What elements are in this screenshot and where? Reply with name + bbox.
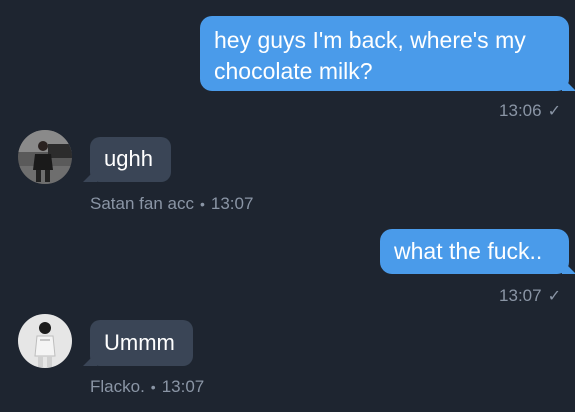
avatar[interactable] <box>18 314 72 368</box>
separator-dot: • <box>150 379 156 395</box>
separator-dot: • <box>199 196 205 212</box>
avatar[interactable] <box>18 130 72 184</box>
checkmark-icon: ✓ <box>547 103 561 120</box>
sender-name[interactable]: Satan fan acc <box>90 194 194 214</box>
message-text: Ummm <box>104 330 175 355</box>
incoming-message-bubble[interactable]: ughh <box>90 137 171 182</box>
message-meta: 13:06 ✓ <box>499 101 561 121</box>
incoming-message-bubble[interactable]: Ummm <box>90 320 193 366</box>
message-time: 13:07 <box>161 377 205 396</box>
checkmark-icon: ✓ <box>547 288 561 305</box>
message-meta: Flacko. • 13:07 <box>90 377 204 397</box>
message-text: ughh <box>104 146 153 171</box>
message-time: 13:06 <box>499 101 542 120</box>
outgoing-message-bubble[interactable]: hey guys I'm back, where's my chocolate … <box>200 16 569 91</box>
user-avatar-dark-icon <box>18 130 72 184</box>
message-meta: Satan fan acc • 13:07 <box>90 194 253 214</box>
message-text: what the fuck.. <box>394 238 543 264</box>
message-time: 13:07 <box>210 194 254 213</box>
outgoing-message-bubble[interactable]: what the fuck.. <box>380 229 569 274</box>
message-text-line: chocolate milk? <box>214 58 373 84</box>
message-meta: 13:07 ✓ <box>499 286 561 306</box>
user-avatar-light-icon <box>18 314 72 368</box>
sender-name[interactable]: Flacko. <box>90 377 145 397</box>
chat-conversation: hey guys I'm back, where's my chocolate … <box>0 0 575 412</box>
message-time: 13:07 <box>499 286 542 305</box>
message-text-line: hey guys I'm back, where's my <box>214 27 526 53</box>
